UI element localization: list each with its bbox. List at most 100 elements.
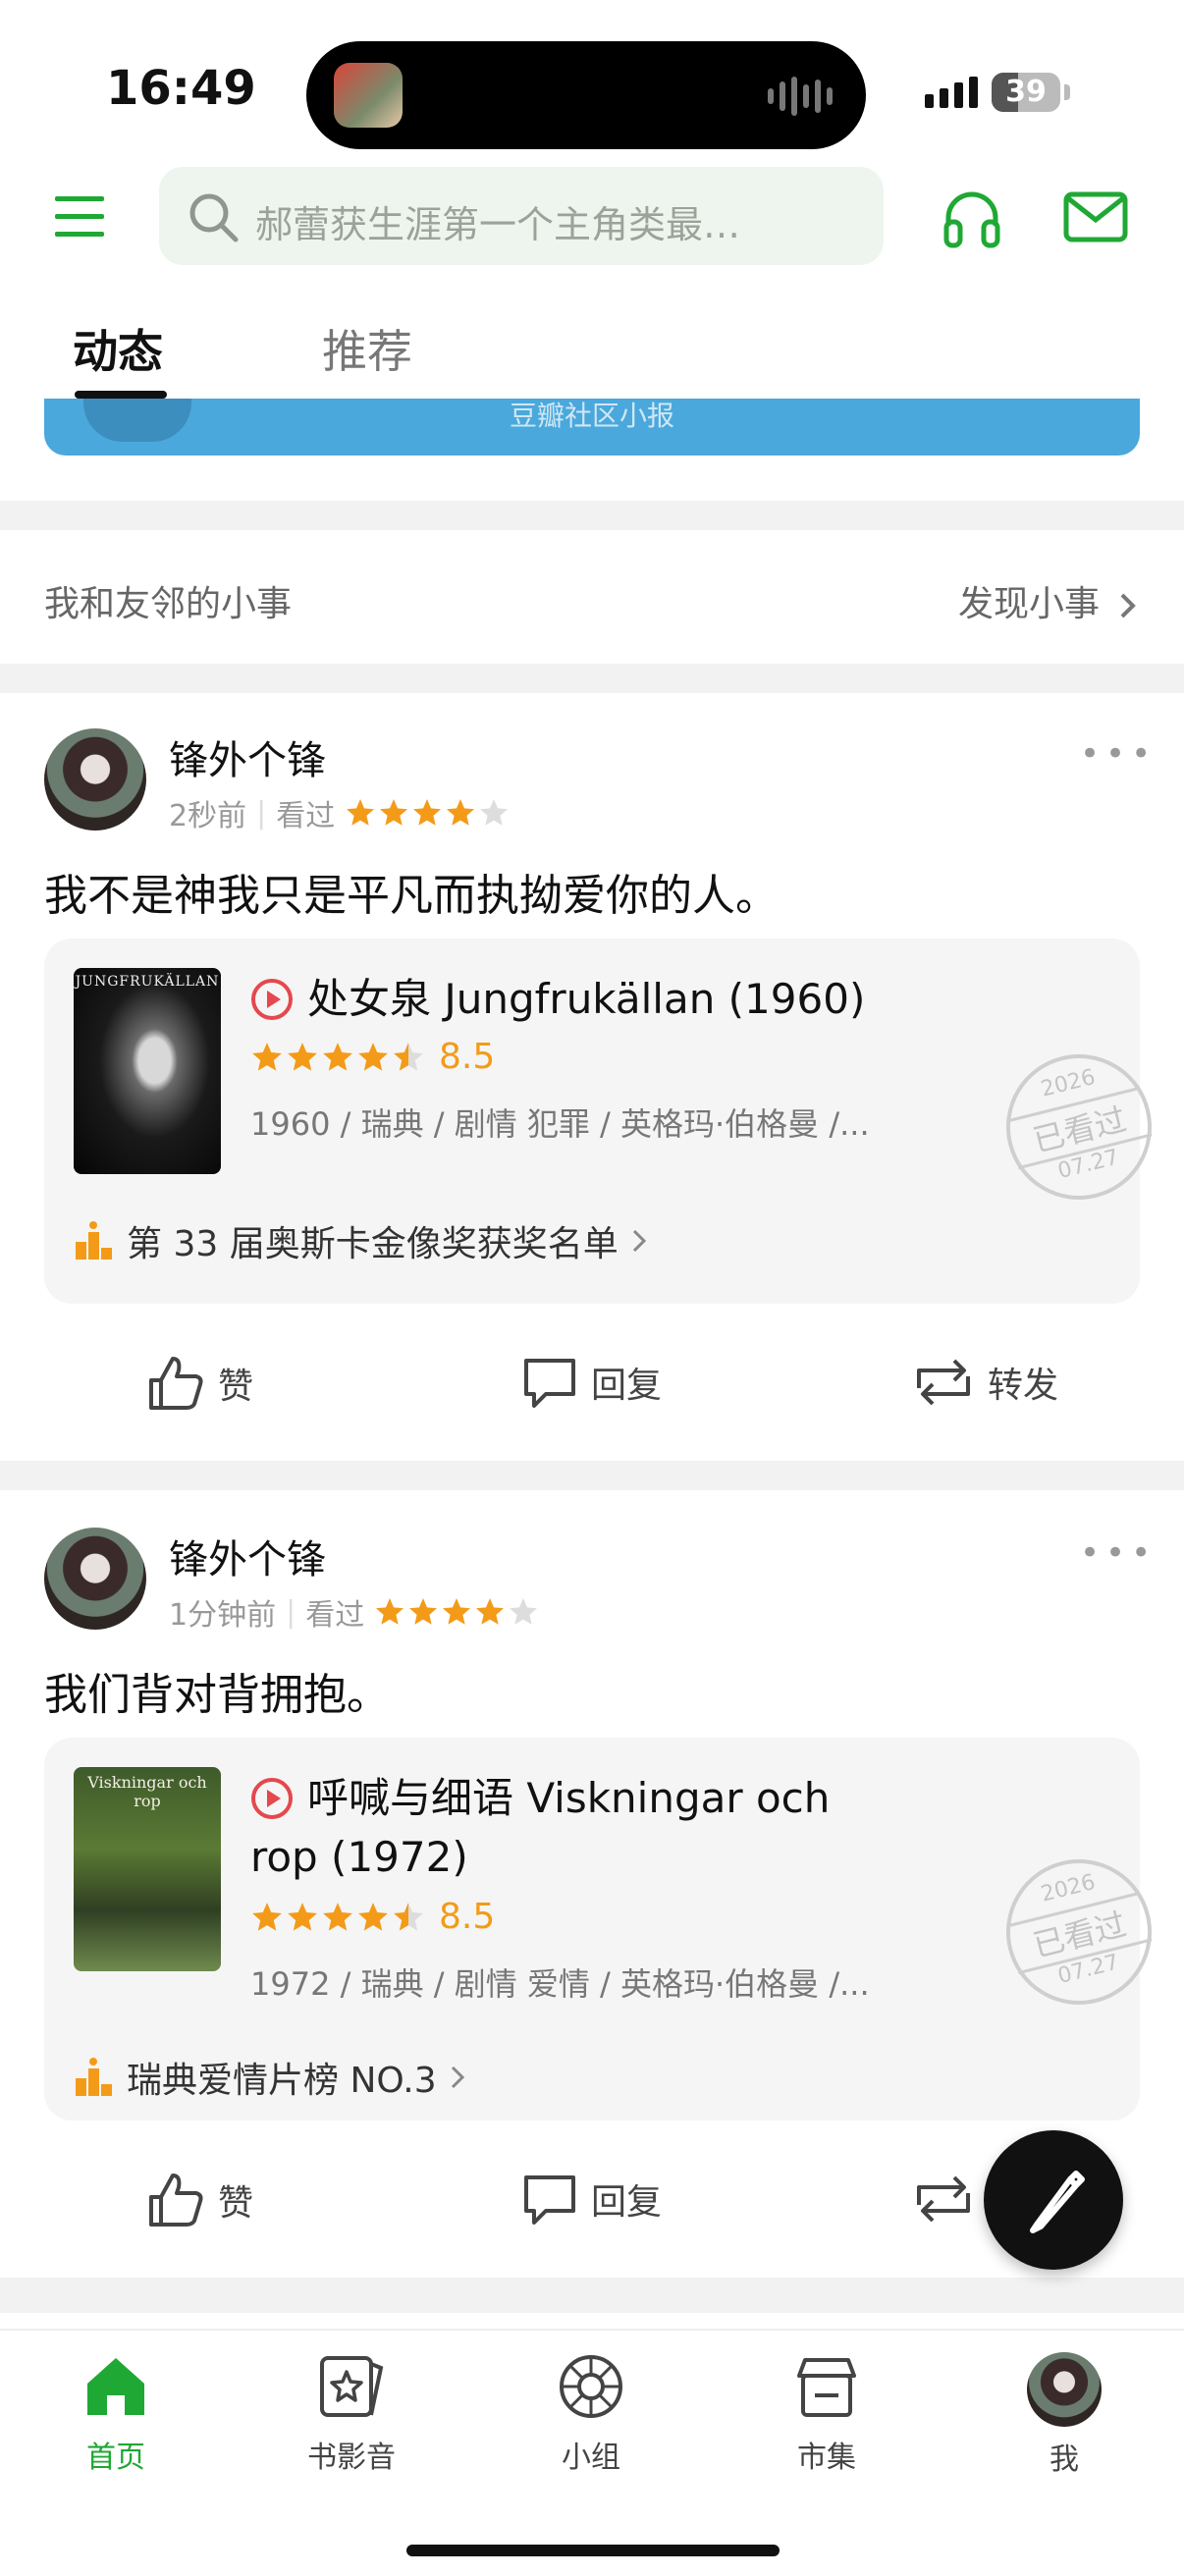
thumb-up-icon <box>149 1357 203 1410</box>
post-meta: 1分钟前 | 看过 <box>169 1590 539 1634</box>
star-icon <box>358 1902 388 1931</box>
post-status: 看过 <box>305 1598 365 1633</box>
star-icon <box>288 1042 317 1071</box>
like-button[interactable]: 赞 <box>145 2170 253 2230</box>
reply-button[interactable]: 回复 <box>520 1353 662 1412</box>
like-label: 赞 <box>218 1367 254 1407</box>
now-playing-thumbnail <box>334 63 403 128</box>
section-divider <box>0 664 1184 693</box>
star-icon <box>323 1902 352 1931</box>
home-indicator <box>406 2545 780 2556</box>
username[interactable]: 锋外个锋 <box>169 728 326 785</box>
movie-info: 1960 / 瑞典 / 剧情 犯罪 / 英格玛·伯格曼 /... <box>250 1105 870 1143</box>
signal-icon <box>925 77 978 108</box>
comment-icon <box>524 2175 575 2225</box>
section-divider <box>0 1461 1184 1490</box>
user-rating-stars <box>345 797 510 829</box>
star-icon <box>394 1042 423 1071</box>
movie-poster: Viskningar och rop <box>74 1767 221 1971</box>
star-icon <box>480 799 509 826</box>
movie-info: 1972 / 瑞典 / 剧情 爱情 / 英格玛·伯格曼 /... <box>250 1965 870 2003</box>
nav-media[interactable]: 书影音 <box>253 2352 450 2476</box>
poster-title: JUNGFRUKÄLLAN <box>75 974 220 990</box>
movie-title-block: 呼喊与细语 Viskningar och rop (1972) <box>250 1769 859 1887</box>
movie-card[interactable]: Viskningar och rop 呼喊与细语 Viskningar och … <box>44 1738 1167 2120</box>
star-icon <box>409 1598 438 1625</box>
watched-stamp: 2026 已看过 07.27 <box>991 1844 1167 2020</box>
play-icon <box>251 1778 293 1819</box>
star-icon <box>358 1042 388 1071</box>
movie-title-line1: 呼喊与细语 Viskningar och <box>307 1774 831 1822</box>
battery-percent: 39 <box>1005 75 1047 109</box>
dynamic-island[interactable] <box>306 41 866 149</box>
reply-button[interactable]: 回复 <box>520 2170 662 2228</box>
reply-label: 回复 <box>591 1366 663 1406</box>
star-icon <box>443 1598 471 1625</box>
menu-icon[interactable] <box>53 192 108 242</box>
movie-card[interactable]: JUNGFRUKÄLLAN 处女泉 Jungfrukällan (1960) 8… <box>44 939 1167 1304</box>
nav-profile[interactable]: 我 <box>966 2352 1162 2478</box>
star-icon <box>394 1902 423 1931</box>
like-button[interactable]: 赞 <box>145 1353 253 1414</box>
star-icon <box>376 1598 404 1625</box>
nav-label: 我 <box>1049 2442 1079 2477</box>
section-divider <box>0 501 1184 530</box>
search-input[interactable]: 郝蕾获生涯第一个主角类最… <box>159 167 884 265</box>
more-options-icon[interactable]: ••• <box>1080 734 1157 774</box>
movie-rank-link[interactable]: 瑞典爱情片榜 NO.3 <box>74 2052 466 2103</box>
user-avatar[interactable] <box>44 1528 146 1630</box>
user-rating-stars <box>374 1596 539 1628</box>
nav-label: 首页 <box>86 2441 145 2475</box>
reply-label: 回复 <box>591 2182 663 2223</box>
post-meta: 2秒前 | 看过 <box>169 791 510 834</box>
rank-label: 第 33 届奥斯卡金像奖获奖名单 <box>127 1224 619 1264</box>
headphone-icon[interactable] <box>941 187 1003 253</box>
avatar <box>1027 2352 1102 2427</box>
nav-group[interactable]: 小组 <box>493 2352 689 2476</box>
poster-title: Viskningar och rop <box>87 1773 207 1810</box>
mail-icon[interactable] <box>1062 190 1129 249</box>
post-time: 2秒前 <box>169 799 247 833</box>
movie-title: 处女泉 Jungfrukällan (1960) <box>307 975 866 1023</box>
nav-market[interactable]: 市集 <box>728 2352 925 2476</box>
repost-label: 转发 <box>988 1366 1059 1406</box>
search-placeholder: 郝蕾获生涯第一个主角类最… <box>255 203 741 246</box>
post-time: 1分钟前 <box>169 1598 277 1633</box>
search-icon <box>187 190 242 249</box>
meta-separator: | <box>256 795 267 831</box>
compose-button[interactable] <box>984 2130 1123 2270</box>
repost-icon <box>917 2175 970 2223</box>
nav-home[interactable]: 首页 <box>18 2352 214 2476</box>
repost-button[interactable] <box>911 2170 976 2228</box>
nav-label: 书影音 <box>307 2441 396 2475</box>
star-icon <box>252 1902 282 1931</box>
star-icon <box>510 1598 538 1625</box>
tab-recommend[interactable]: 推荐 <box>322 316 412 381</box>
repost-icon <box>917 1359 970 1406</box>
repost-button[interactable]: 转发 <box>911 1353 1058 1412</box>
community-banner[interactable]: 豆瓣社区小报 <box>44 399 1140 456</box>
chevron-right-icon <box>1118 584 1138 624</box>
discover-link-label: 发现小事 <box>958 584 1101 624</box>
battery-nub <box>1064 84 1070 100</box>
star-icon <box>447 799 475 826</box>
star-icon <box>476 1598 505 1625</box>
tab-feed[interactable]: 动态 <box>73 316 163 381</box>
status-time: 16:49 <box>106 61 256 116</box>
rating-score: 8.5 <box>439 1037 496 1077</box>
movie-rank-link[interactable]: 第 33 届奥斯卡金像奖获奖名单 <box>74 1215 648 1266</box>
section-divider <box>0 2278 1184 2313</box>
star-icon <box>413 799 442 826</box>
more-options-icon[interactable]: ••• <box>1080 1533 1157 1573</box>
username[interactable]: 锋外个锋 <box>169 1528 326 1584</box>
user-avatar[interactable] <box>44 728 146 831</box>
nav-label: 市集 <box>797 2441 856 2475</box>
banner-text: 豆瓣社区小报 <box>509 400 674 432</box>
audio-wave-icon <box>768 75 836 118</box>
group-icon <box>560 2355 622 2418</box>
battery-icon: 39 <box>992 73 1060 112</box>
bottom-nav: 首页 书影音 小组 市集 我 <box>0 2329 1184 2576</box>
chevron-right-icon <box>451 2066 464 2089</box>
discover-small-things-link[interactable]: 发现小事 <box>958 575 1138 626</box>
watched-stamp: 2026 已看过 07.27 <box>991 1039 1167 1215</box>
